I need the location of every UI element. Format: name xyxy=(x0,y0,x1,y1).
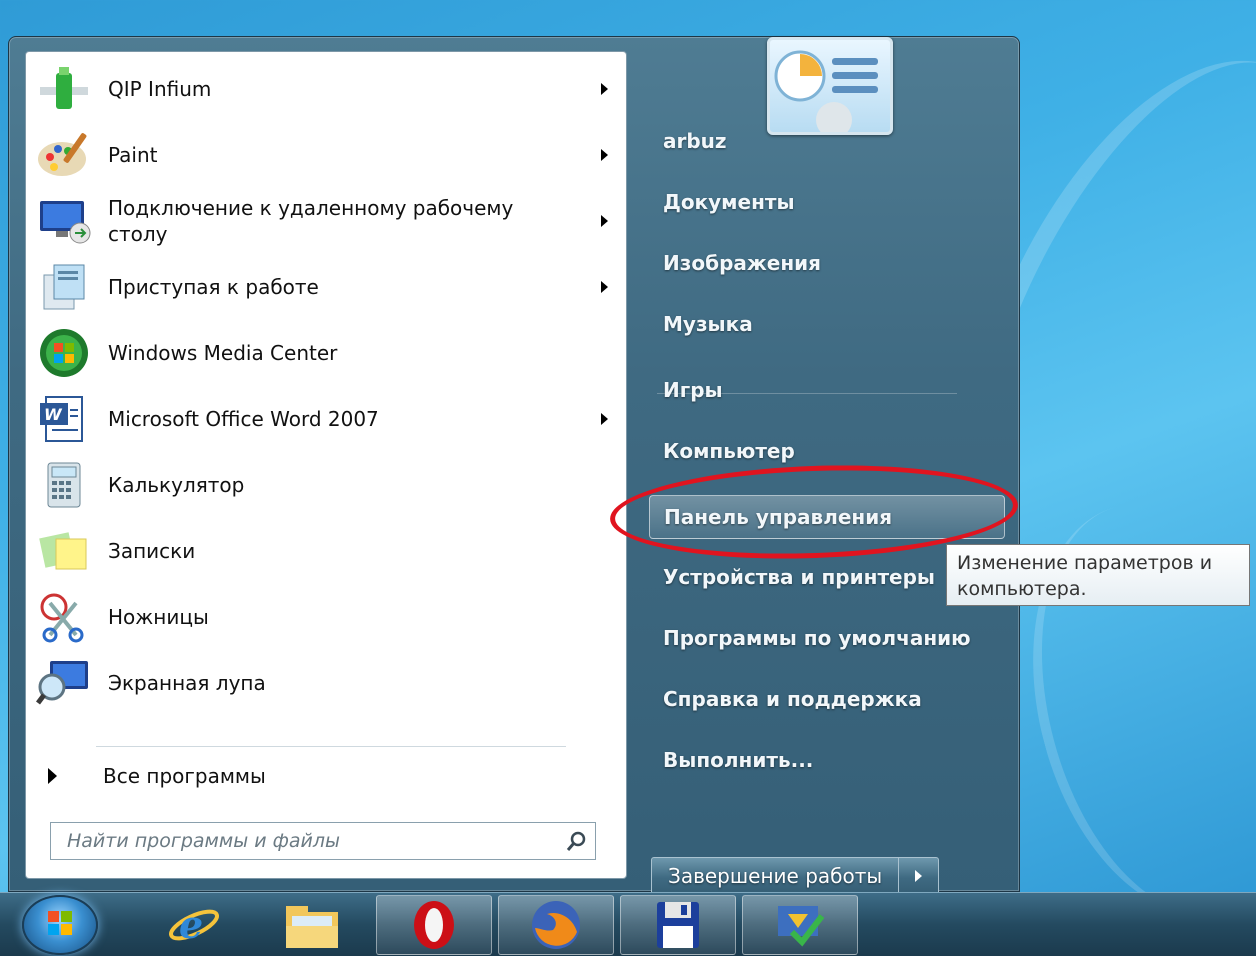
calculator-icon xyxy=(32,455,96,515)
link-label: arbuz xyxy=(663,129,727,153)
search-box[interactable] xyxy=(50,822,596,860)
run-link[interactable]: Выполнить... xyxy=(649,738,1009,782)
documents-link[interactable]: Документы xyxy=(649,180,1009,224)
program-label: Microsoft Office Word 2007 xyxy=(108,407,379,431)
floppy-save-icon[interactable] xyxy=(620,895,736,955)
expand-arrow-icon xyxy=(48,768,57,784)
submenu-arrow-icon[interactable] xyxy=(601,281,608,293)
internet-explorer-icon[interactable]: e xyxy=(136,895,252,955)
program-item-word[interactable]: W Microsoft Office Word 2007 xyxy=(32,386,622,452)
games-link[interactable]: Игры xyxy=(649,368,1009,412)
program-label: Paint xyxy=(108,143,158,167)
program-label: Экранная лупа xyxy=(108,671,266,695)
tooltip: Изменение параметров и компьютера. xyxy=(946,544,1250,606)
submenu-arrow-icon[interactable] xyxy=(601,215,608,227)
submenu-arrow-icon[interactable] xyxy=(601,413,608,425)
link-label: Устройства и принтеры xyxy=(663,565,936,589)
taskbar: e xyxy=(0,892,1256,956)
help-support-link[interactable]: Справка и поддержка xyxy=(649,677,1009,721)
link-label: Игры xyxy=(663,378,723,402)
scissors-icon xyxy=(32,587,96,647)
pictures-link[interactable]: Изображения xyxy=(649,241,1009,285)
programs-pane: QIP Infium Paint Подключение к удаленном… xyxy=(25,51,627,879)
start-button[interactable] xyxy=(22,895,98,955)
svg-text:e: e xyxy=(179,902,203,947)
opera-icon[interactable] xyxy=(376,895,492,955)
shutdown-button[interactable]: Завершение работы xyxy=(652,858,898,894)
shutdown-options-button[interactable] xyxy=(898,858,938,894)
program-label: Записки xyxy=(108,539,196,563)
shutdown-label: Завершение работы xyxy=(668,864,883,888)
all-programs-button[interactable]: Все программы xyxy=(40,754,600,798)
file-explorer-icon[interactable] xyxy=(254,895,370,955)
user-folder-link[interactable]: arbuz xyxy=(649,119,1009,163)
firefox-icon[interactable] xyxy=(498,895,614,955)
link-label: Панель управления xyxy=(664,505,893,529)
sticky-notes-icon xyxy=(32,521,96,581)
program-label: QIP Infium xyxy=(108,77,212,101)
link-label: Музыка xyxy=(663,312,753,336)
separator xyxy=(96,746,566,747)
shutdown-control: Завершение работы xyxy=(651,857,940,895)
link-label: Изображения xyxy=(663,251,822,275)
all-programs-label: Все программы xyxy=(103,764,266,788)
music-link[interactable]: Музыка xyxy=(649,302,1009,346)
program-item-getting-started[interactable]: Приступая к работе xyxy=(32,254,622,320)
submenu-arrow-icon[interactable] xyxy=(601,83,608,95)
getting-started-icon xyxy=(32,257,96,317)
link-label: Документы xyxy=(663,190,795,214)
search-icon[interactable] xyxy=(559,823,595,859)
search-input[interactable] xyxy=(51,823,559,859)
computer-link[interactable]: Компьютер xyxy=(649,429,1009,473)
start-menu: QIP Infium Paint Подключение к удаленном… xyxy=(8,36,1020,895)
submenu-arrow-icon[interactable] xyxy=(601,149,608,161)
paint-palette-icon xyxy=(32,125,96,185)
media-center-icon xyxy=(32,323,96,383)
checkmark-app-icon[interactable] xyxy=(742,895,858,955)
qip-icon xyxy=(32,59,96,119)
svg-text:W: W xyxy=(44,405,63,424)
link-label: Компьютер xyxy=(663,439,795,463)
program-item-calculator[interactable]: Калькулятор xyxy=(32,452,622,518)
program-item-remote-desktop[interactable]: Подключение к удаленному рабочему столу xyxy=(32,188,622,254)
tooltip-text: Изменение параметров и компьютера. xyxy=(957,552,1213,600)
program-item-magnifier[interactable]: Экранная лупа xyxy=(32,650,622,716)
remote-desktop-icon xyxy=(32,191,96,251)
program-label: Калькулятор xyxy=(108,473,245,497)
program-label: Windows Media Center xyxy=(108,341,338,365)
program-item-sticky-notes[interactable]: Записки xyxy=(32,518,622,584)
chevron-right-icon xyxy=(915,870,923,882)
program-label: Ножницы xyxy=(108,605,209,629)
word-icon: W xyxy=(32,389,96,449)
link-label: Программы по умолчанию xyxy=(663,626,971,650)
program-label: Приступая к работе xyxy=(108,275,319,299)
program-label: Подключение к удаленному рабочему столу xyxy=(108,196,514,246)
default-programs-link[interactable]: Программы по умолчанию xyxy=(649,616,1009,660)
link-label: Справка и поддержка xyxy=(663,687,922,711)
program-item-paint[interactable]: Paint xyxy=(32,122,622,188)
link-label: Выполнить... xyxy=(663,748,814,772)
magnifier-icon xyxy=(32,653,96,713)
program-item-snipping-tool[interactable]: Ножницы xyxy=(32,584,622,650)
program-item-media-center[interactable]: Windows Media Center xyxy=(32,320,622,386)
program-item-qip[interactable]: QIP Infium xyxy=(32,56,622,122)
control-panel-link[interactable]: Панель управления xyxy=(649,495,1005,539)
